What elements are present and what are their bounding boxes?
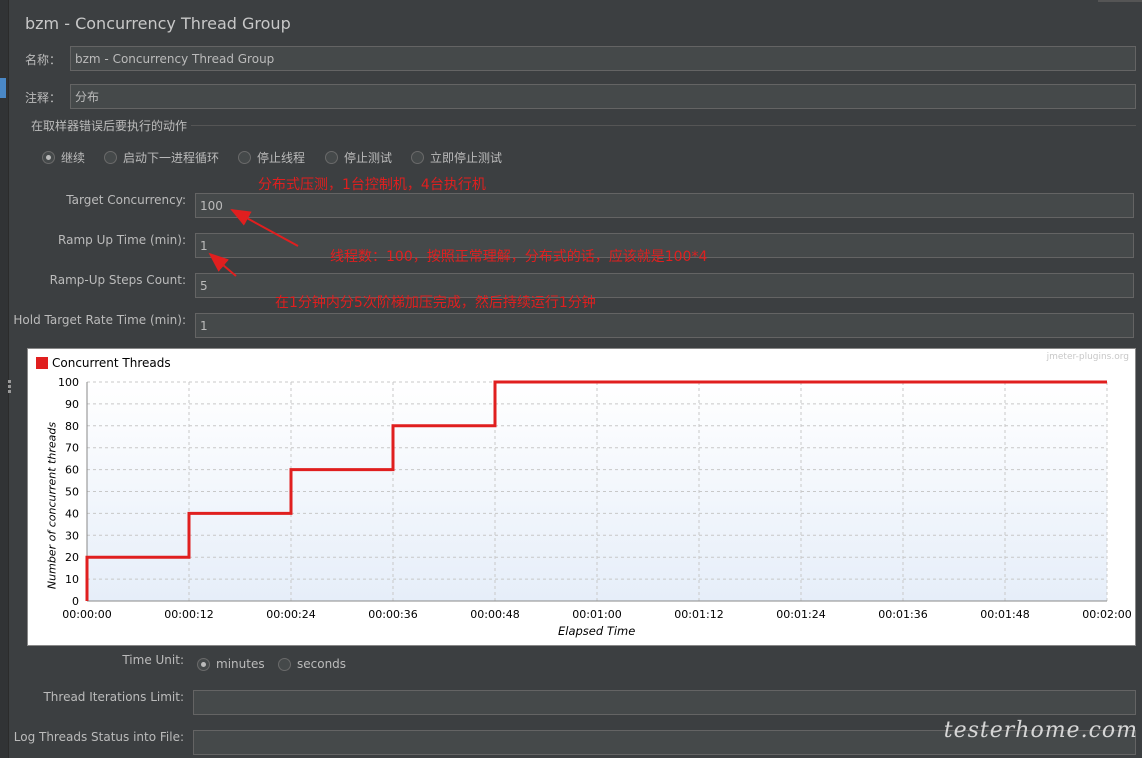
y-tick-label: 60 [65, 464, 79, 477]
y-tick-label: 20 [65, 551, 79, 564]
arrow-to-ramp-up-time [208, 252, 237, 277]
y-tick-label: 10 [65, 573, 79, 586]
y-tick-label: 40 [65, 507, 79, 520]
x-tick-label: 00:01:48 [980, 608, 1029, 621]
x-axis-label: Elapsed Time [558, 624, 636, 638]
site-watermark: testerhome.com [943, 718, 1138, 743]
radio-label: seconds [297, 657, 347, 671]
iterations-label: Thread Iterations Limit: [43, 690, 184, 704]
y-tick-label: 30 [65, 529, 79, 542]
legend-swatch [36, 357, 48, 369]
radio-label: minutes [216, 657, 265, 671]
time-unit-label: Time Unit: [122, 653, 184, 667]
radio-icon [278, 657, 291, 671]
radio-seconds[interactable]: seconds [278, 657, 346, 671]
chart-svg: 0 10 20 30 40 50 60 70 80 90 100 00:00:00 00:00:12 00… [58, 376, 1132, 621]
y-tick-label: 50 [65, 486, 79, 499]
x-tick-label: 00:00:36 [368, 608, 417, 621]
x-tick-label: 00:01:12 [674, 608, 723, 621]
x-tick-label: 00:01:00 [572, 608, 621, 621]
y-tick-label: 90 [65, 398, 79, 411]
y-tick-label: 70 [65, 442, 79, 455]
chart-watermark: jmeter-plugins.org [1046, 352, 1129, 362]
radio-selected-icon [197, 657, 210, 671]
radio-minutes[interactable]: minutes [197, 657, 265, 671]
iterations-input[interactable] [193, 690, 1136, 715]
chart-legend: Concurrent Threads [36, 356, 171, 370]
x-tick-label: 00:01:24 [776, 608, 825, 621]
log-threads-label: Log Threads Status into File: [13, 730, 184, 744]
x-tick-label: 00:00:48 [470, 608, 519, 621]
arrow-to-target-concurrency [230, 209, 299, 247]
y-tick-label: 100 [58, 376, 79, 389]
y-tick-label: 0 [72, 595, 79, 608]
y-axis-label: Number of concurrent threads [45, 421, 59, 590]
x-tick-label: 00:00:24 [266, 608, 315, 621]
legend-label: Concurrent Threads [52, 356, 171, 370]
x-tick-label: 00:00:00 [62, 608, 111, 621]
x-tick-label: 00:02:00 [1082, 608, 1131, 621]
x-tick-label: 00:01:36 [878, 608, 927, 621]
x-tick-label: 00:00:12 [164, 608, 213, 621]
concurrency-chart: 0 10 20 30 40 50 60 70 80 90 100 00:00:00 00:00:12 00… [27, 348, 1136, 646]
y-tick-label: 80 [65, 420, 79, 433]
